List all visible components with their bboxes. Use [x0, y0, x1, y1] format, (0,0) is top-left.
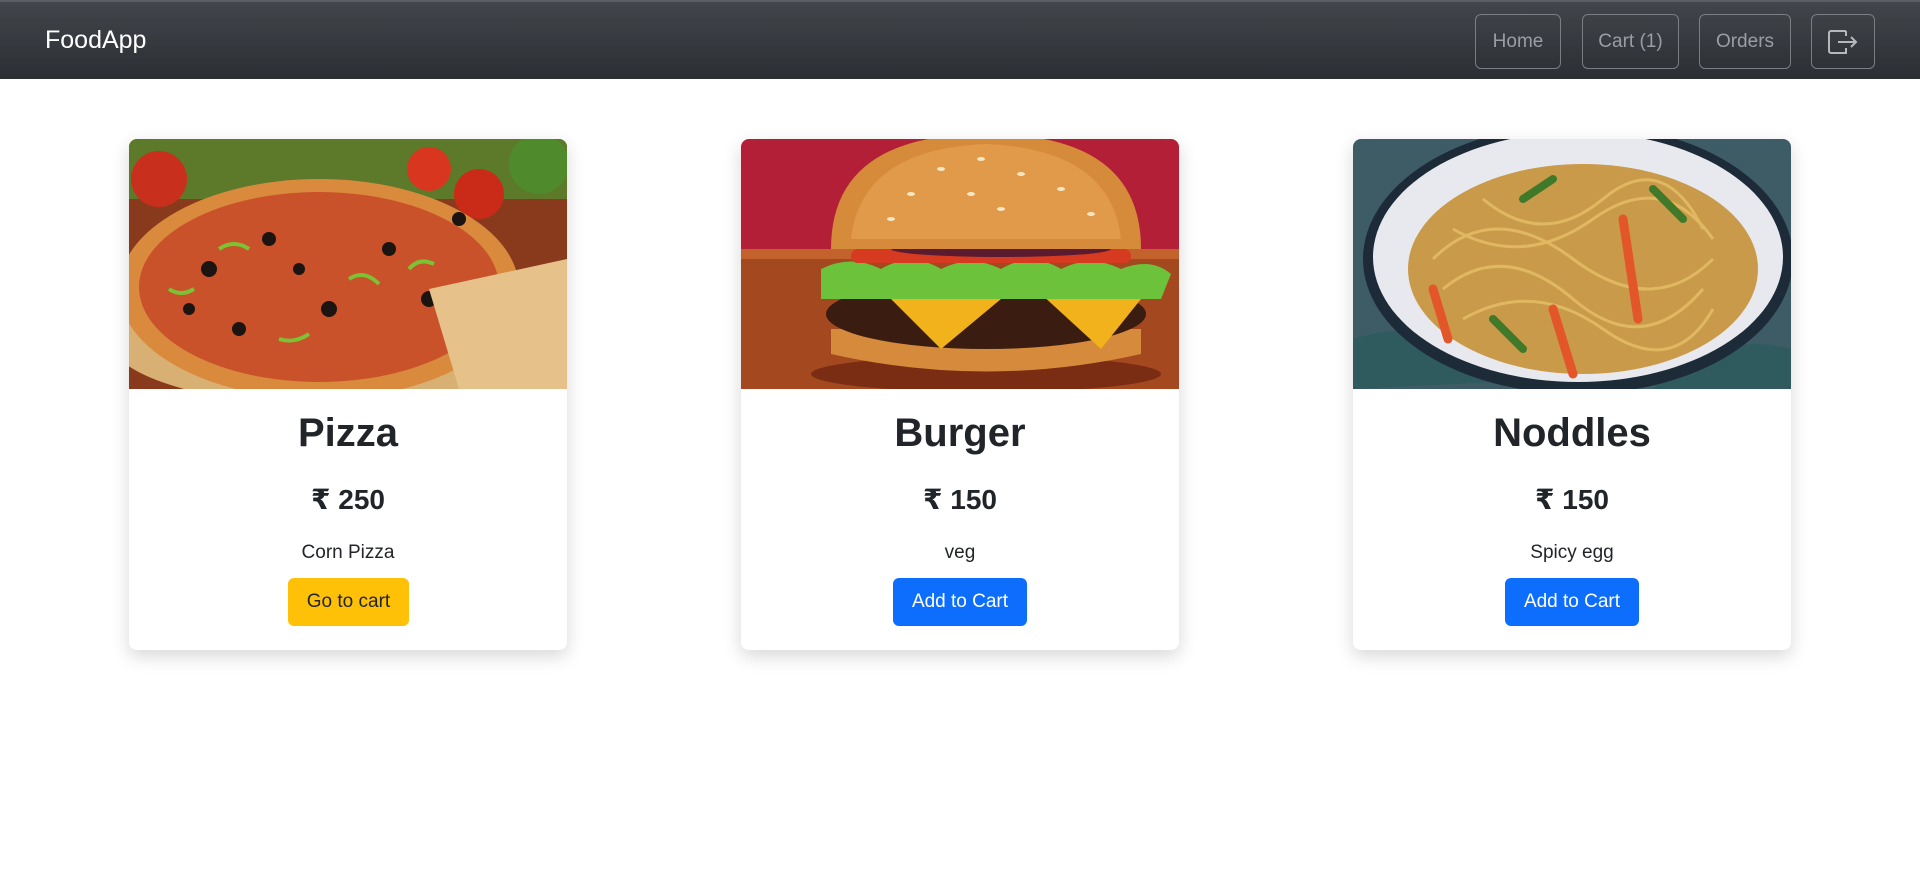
add-to-cart-button[interactable]: Add to Cart [1505, 578, 1639, 626]
product-card-burger: Burger ₹ 150 veg Add to Cart [741, 139, 1179, 650]
add-to-cart-button[interactable]: Add to Cart [893, 578, 1027, 626]
navbar: FoodApp Home Cart (1) Orders [0, 0, 1920, 79]
burger-photo [741, 139, 1179, 389]
go-to-cart-button[interactable]: Go to cart [288, 578, 409, 626]
pizza-photo [129, 139, 567, 389]
product-description: veg [944, 542, 976, 563]
nav-home-button[interactable]: Home [1475, 14, 1561, 69]
product-card-noddles: Noddles ₹ 150 Spicy egg Add to Cart [1353, 139, 1791, 650]
product-price: ₹ 150 [1535, 484, 1609, 515]
product-title: Pizza [297, 411, 399, 455]
logout-icon [1828, 29, 1858, 54]
brand-logo[interactable]: FoodApp [45, 26, 146, 55]
nav-cart-button[interactable]: Cart (1) [1582, 14, 1679, 69]
product-card-pizza: Pizza ₹ 250 Corn Pizza Go to cart [129, 139, 567, 650]
noodles-photo [1353, 139, 1791, 389]
product-description: Corn Pizza [301, 542, 395, 563]
product-price: ₹ 150 [923, 484, 997, 515]
nav-orders-button[interactable]: Orders [1699, 14, 1791, 69]
product-title: Burger [894, 411, 1026, 455]
logout-button[interactable] [1811, 14, 1875, 69]
product-price: ₹ 250 [311, 484, 385, 515]
product-description: Spicy egg [1530, 542, 1614, 563]
product-title: Noddles [1493, 411, 1651, 455]
